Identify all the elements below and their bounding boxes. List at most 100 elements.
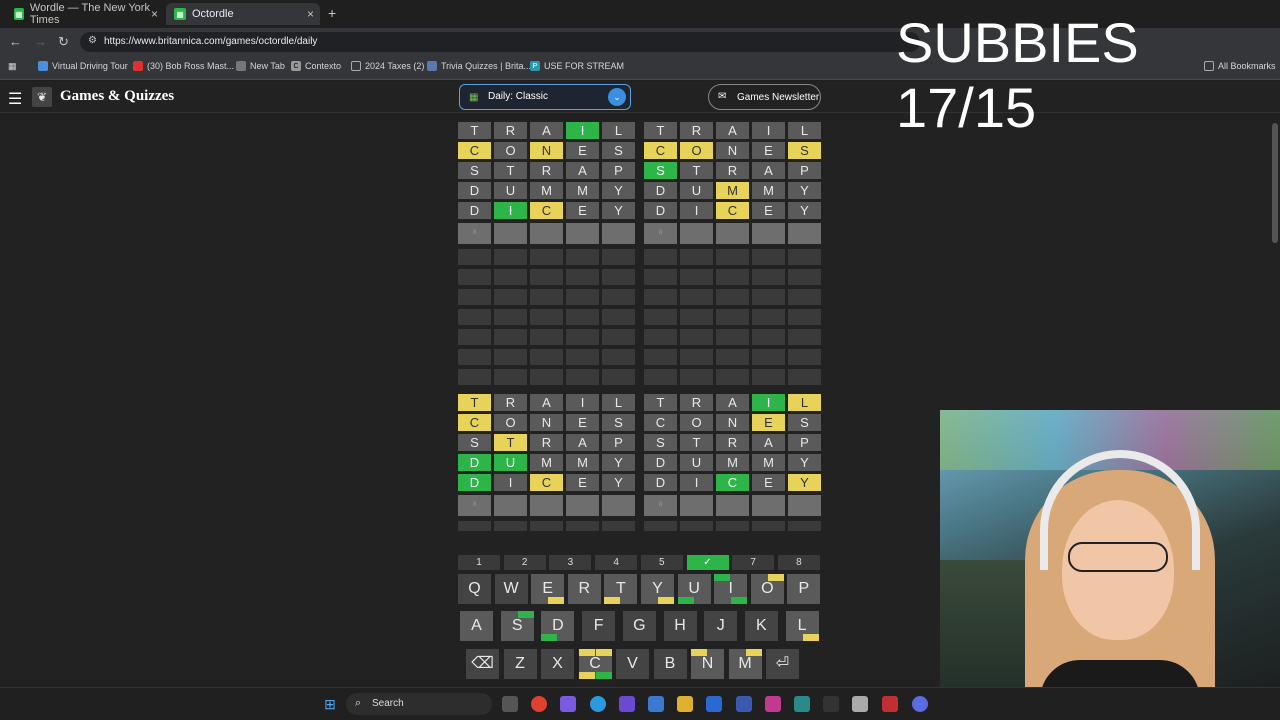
key-z[interactable]: Z bbox=[503, 649, 537, 679]
key-e[interactable]: E bbox=[531, 574, 565, 604]
current-row-tile bbox=[530, 495, 563, 516]
outlook-icon[interactable] bbox=[706, 696, 722, 712]
key-h[interactable]: H bbox=[663, 611, 697, 641]
address-bar[interactable]: ⚙ https://www.britannica.com/games/octor… bbox=[80, 32, 920, 52]
tab-wordle[interactable]: ▦ Wordle — The New York Times × bbox=[6, 2, 164, 26]
bookmark-item[interactable]: 2024 Taxes (2) bbox=[351, 61, 424, 71]
key-t[interactable]: T bbox=[604, 574, 638, 604]
empty-tile bbox=[566, 329, 599, 345]
enter-key[interactable]: ⏎ bbox=[766, 649, 799, 679]
bookmark-item[interactable]: C Contexto bbox=[291, 61, 341, 71]
board-tab-8[interactable]: 8 bbox=[777, 555, 820, 570]
current-row-tile bbox=[602, 495, 635, 516]
teams-icon[interactable] bbox=[619, 696, 635, 712]
key-j[interactable]: J bbox=[704, 611, 738, 641]
tile: S bbox=[602, 414, 635, 431]
empty-tile bbox=[716, 309, 749, 325]
key-q[interactable]: Q bbox=[458, 574, 491, 604]
store-icon[interactable] bbox=[736, 696, 752, 712]
copilot-icon[interactable] bbox=[560, 696, 576, 712]
key-v[interactable]: V bbox=[616, 649, 649, 679]
empty-tile bbox=[788, 289, 821, 305]
app-icon[interactable] bbox=[794, 696, 810, 712]
taskbar-search[interactable]: ⌕ Search bbox=[346, 693, 492, 715]
tile: M bbox=[752, 454, 785, 471]
newsletter-button[interactable]: ✉ Games Newsletter bbox=[708, 84, 821, 110]
current-row-tile bbox=[788, 495, 821, 516]
key-u[interactable]: U bbox=[677, 574, 711, 604]
empty-tile bbox=[752, 309, 785, 325]
app-icon[interactable] bbox=[882, 696, 898, 712]
key-n[interactable]: N bbox=[691, 649, 724, 679]
bookmark-item[interactable]: Trivia Quizzes | Brita... bbox=[427, 61, 531, 71]
board-tab-2[interactable]: 2 bbox=[503, 555, 546, 570]
key-g[interactable]: G bbox=[622, 611, 656, 641]
bookmark-item[interactable]: Virtual Driving Tour bbox=[38, 61, 128, 71]
empty-tile bbox=[680, 269, 713, 285]
chrome-icon[interactable] bbox=[531, 696, 547, 712]
bookmark-item[interactable]: New Tab bbox=[236, 61, 285, 71]
discord-icon[interactable] bbox=[912, 696, 928, 712]
tab-octordle[interactable]: ▦ Octordle × bbox=[166, 3, 320, 25]
close-tab-icon[interactable]: × bbox=[307, 7, 314, 21]
forward-icon[interactable]: → bbox=[34, 34, 47, 49]
close-tab-icon[interactable]: × bbox=[151, 7, 158, 21]
photos-icon[interactable] bbox=[648, 696, 664, 712]
board-tab-1[interactable]: 1 bbox=[458, 555, 500, 570]
empty-tile bbox=[458, 329, 491, 345]
capcut-icon[interactable] bbox=[823, 696, 839, 712]
board-tab-7[interactable]: 7 bbox=[732, 555, 775, 570]
bookmark-item[interactable]: (30) Bob Ross Mast... bbox=[133, 61, 234, 71]
menu-icon[interactable]: ☰ bbox=[8, 89, 22, 109]
tile: E bbox=[566, 202, 599, 219]
key-y[interactable]: Y bbox=[641, 574, 674, 604]
key-b[interactable]: B bbox=[653, 649, 687, 679]
windows-start-icon[interactable]: ⊞ bbox=[322, 696, 338, 712]
m365-icon[interactable] bbox=[765, 696, 781, 712]
task-view-icon[interactable] bbox=[502, 696, 518, 712]
key-w[interactable]: W bbox=[494, 574, 528, 604]
back-icon[interactable]: ← bbox=[9, 34, 22, 49]
new-tab-icon[interactable]: + bbox=[328, 5, 336, 21]
backspace-key[interactable]: ⌫ bbox=[466, 649, 499, 679]
key-l[interactable]: L bbox=[785, 611, 819, 641]
key-a[interactable]: A bbox=[460, 611, 493, 641]
tile: N bbox=[716, 142, 749, 159]
empty-tile bbox=[494, 249, 527, 265]
tile: Y bbox=[788, 474, 821, 491]
key-r[interactable]: R bbox=[567, 574, 601, 604]
file-explorer-icon[interactable] bbox=[677, 696, 693, 712]
board-tab-3[interactable]: 3 bbox=[549, 555, 592, 570]
key-f[interactable]: F bbox=[582, 611, 616, 641]
key-k[interactable]: K bbox=[744, 611, 778, 641]
key-label: L bbox=[797, 617, 807, 634]
key-label: T bbox=[616, 580, 626, 597]
key-c[interactable]: C bbox=[578, 649, 612, 679]
key-i[interactable]: I bbox=[714, 574, 748, 604]
scrollbar-thumb[interactable] bbox=[1272, 123, 1278, 243]
board-tab-4[interactable]: 4 bbox=[595, 555, 638, 570]
tile: Y bbox=[788, 182, 821, 199]
site-brand[interactable]: Games & Quizzes bbox=[60, 88, 174, 105]
edge-icon[interactable] bbox=[590, 696, 606, 712]
key-p[interactable]: P bbox=[787, 574, 821, 604]
board-tab-5[interactable]: 5 bbox=[640, 555, 683, 570]
tile: Y bbox=[602, 202, 635, 219]
reload-icon[interactable]: ↻ bbox=[58, 34, 69, 50]
app-icon[interactable] bbox=[852, 696, 868, 712]
tile: I bbox=[566, 122, 599, 139]
key-x[interactable]: X bbox=[541, 649, 574, 679]
empty-tile bbox=[602, 289, 635, 305]
key-label: ⌫ bbox=[471, 655, 494, 672]
britannica-logo-icon[interactable]: ❦ bbox=[32, 87, 52, 107]
key-o[interactable]: O bbox=[750, 574, 784, 604]
tile: A bbox=[716, 394, 749, 411]
site-info-icon[interactable]: ⚙ bbox=[88, 35, 97, 46]
apps-icon[interactable]: ▦ bbox=[8, 61, 17, 72]
mode-dropdown[interactable]: ▦ Daily: Classic ⌄ bbox=[459, 84, 631, 110]
bookmark-item[interactable]: P USE FOR STREAM bbox=[530, 61, 624, 71]
key-m[interactable]: M bbox=[728, 649, 762, 679]
key-s[interactable]: S bbox=[500, 611, 534, 641]
board-tab-6[interactable]: ✓ bbox=[686, 555, 729, 570]
key-d[interactable]: D bbox=[541, 611, 575, 641]
